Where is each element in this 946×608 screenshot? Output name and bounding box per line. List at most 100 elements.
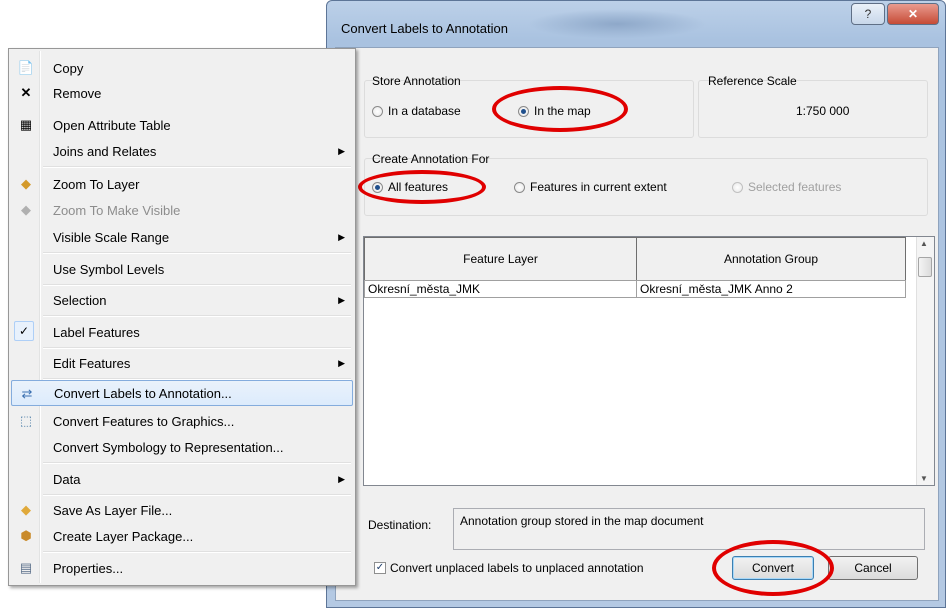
radio-in-database[interactable]: In a database: [372, 104, 461, 118]
submenu-arrow-icon: ▶: [338, 145, 345, 156]
menu-item-label: Zoom To Make Visible: [53, 202, 181, 218]
layer-context-menu: 📄 Copy ✕ Remove ▦ Open Attribute Table J…: [8, 48, 356, 586]
menu-item-label: Properties...: [53, 560, 124, 576]
menu-item-edit-features[interactable]: Edit Features ▶: [11, 350, 353, 376]
convert-labels-dialog: Convert Labels to Annotation ? ✕ Store A…: [326, 0, 946, 608]
scroll-thumb[interactable]: [918, 257, 932, 277]
dialog-titlebar[interactable]: Convert Labels to Annotation ? ✕: [327, 1, 945, 45]
checkbox-check-icon: ✓: [375, 562, 385, 573]
menu-separator: [43, 494, 351, 496]
menu-item-label: Selection: [53, 292, 107, 308]
menu-item-use-symbol-levels[interactable]: Use Symbol Levels: [11, 256, 353, 282]
menu-item-label: Visible Scale Range: [53, 229, 170, 245]
remove-x-icon: ✕: [20, 85, 32, 100]
submenu-arrow-icon: ▶: [338, 231, 345, 242]
menu-item-data[interactable]: Data ▶: [11, 466, 353, 492]
scroll-down-arrow-icon[interactable]: ▼: [920, 474, 928, 483]
unplaced-checkbox-label: Convert unplaced labels to unplaced anno…: [390, 561, 644, 575]
grid-cell-feature-layer[interactable]: Okresní_města_JMK: [364, 280, 637, 298]
scroll-up-arrow-icon[interactable]: ▲: [920, 239, 928, 248]
menu-item-save-as-layer-file[interactable]: ◆ Save As Layer File...: [11, 497, 353, 523]
submenu-arrow-icon: ▶: [338, 473, 345, 484]
zoom-to-layer-icon: ◆: [21, 176, 31, 191]
menu-separator: [43, 166, 351, 168]
menu-item-label: Edit Features: [53, 355, 131, 371]
store-annotation-label: Store Annotation: [372, 74, 461, 88]
dialog-client-area: Store Annotation In a database In the ma…: [335, 47, 939, 601]
radio-dot: [732, 181, 743, 193]
menu-item-visible-scale-range[interactable]: Visible Scale Range ▶: [11, 224, 353, 250]
feature-layer-grid[interactable]: Feature Layer Annotation Group Okresní_m…: [363, 236, 935, 486]
convert-graphics-icon: ⬚: [19, 413, 33, 428]
highlight-ellipse-all-features: [358, 170, 486, 204]
reference-scale-label: Reference Scale: [708, 74, 797, 88]
close-button[interactable]: ✕: [887, 3, 939, 25]
table-icon: ▦: [19, 117, 33, 132]
menu-item-selection[interactable]: Selection ▶: [11, 287, 353, 313]
grid-vertical-scrollbar[interactable]: ▲ ▼: [916, 237, 934, 485]
radio-dot: [372, 105, 383, 117]
radio-selected-features-label: Selected features: [748, 180, 842, 194]
reference-scale-value: 1:750 000: [796, 104, 850, 118]
menu-item-label: Use Symbol Levels: [53, 261, 165, 277]
menu-item-label: Save As Layer File...: [53, 502, 173, 518]
highlight-ellipse-in-map: [492, 86, 628, 132]
destination-field: Annotation group stored in the map docum…: [453, 508, 925, 550]
menu-item-label: Label Features: [53, 324, 140, 340]
menu-item-convert-features-to-graphics[interactable]: ⬚ Convert Features to Graphics...: [11, 408, 353, 434]
menu-separator: [43, 252, 351, 254]
radio-in-database-label: In a database: [388, 104, 461, 118]
radio-selected-features: Selected features: [732, 180, 841, 194]
menu-item-zoom-to-layer[interactable]: ◆ Zoom To Layer: [11, 171, 353, 197]
destination-label: Destination:: [368, 518, 432, 532]
copy-icon: 📄: [17, 60, 35, 75]
check-icon: ✓: [14, 321, 34, 341]
menu-item-create-layer-package[interactable]: ⬢ Create Layer Package...: [11, 523, 353, 549]
submenu-arrow-icon: ▶: [338, 294, 345, 305]
layer-file-icon: ◆: [21, 502, 31, 517]
menu-item-label-features[interactable]: ✓ Label Features: [11, 319, 353, 345]
convert-labels-icon: ⇄: [21, 386, 33, 401]
menu-item-label: Create Layer Package...: [53, 528, 194, 544]
grid-header-feature-layer[interactable]: Feature Layer: [364, 237, 637, 281]
radio-dot: [514, 181, 525, 193]
radio-current-extent[interactable]: Features in current extent: [514, 180, 667, 194]
titlebar-glow: [527, 9, 707, 39]
menu-item-label: Open Attribute Table: [53, 117, 171, 133]
grid-header-annotation-group[interactable]: Annotation Group: [636, 237, 906, 281]
menu-item-copy[interactable]: 📄 Copy: [11, 55, 353, 81]
help-button[interactable]: ?: [851, 3, 885, 25]
menu-separator: [43, 347, 351, 349]
menu-separator: [43, 315, 351, 317]
menu-item-properties[interactable]: ▤ Properties...: [11, 555, 353, 581]
menu-item-convert-symbology[interactable]: Convert Symbology to Representation...: [11, 434, 353, 460]
radio-current-extent-label: Features in current extent: [530, 180, 667, 194]
menu-item-convert-labels-to-annotation[interactable]: ⇄ Convert Labels to Annotation...: [11, 380, 353, 406]
grid-cell-annotation-group[interactable]: Okresní_města_JMK Anno 2: [636, 280, 906, 298]
menu-separator: [43, 551, 351, 553]
layer-package-icon: ⬢: [20, 528, 32, 543]
menu-item-label: Copy: [53, 60, 84, 76]
create-annotation-for-label: Create Annotation For: [372, 152, 490, 166]
menu-item-label: Convert Symbology to Representation...: [53, 439, 284, 455]
dialog-title: Convert Labels to Annotation: [341, 21, 508, 36]
menu-item-label: Convert Labels to Annotation...: [54, 385, 232, 401]
menu-item-label: Convert Features to Graphics...: [53, 413, 235, 429]
menu-item-label: Zoom To Layer: [53, 176, 140, 192]
menu-item-zoom-to-make-visible: ◆ Zoom To Make Visible: [11, 197, 353, 223]
menu-item-joins-relates[interactable]: Joins and Relates ▶: [11, 138, 353, 164]
cancel-button[interactable]: Cancel: [828, 556, 918, 580]
zoom-visible-icon: ◆: [21, 202, 31, 217]
menu-item-label: Data: [53, 471, 81, 487]
close-icon: ✕: [907, 7, 919, 21]
menu-item-label: Joins and Relates: [53, 143, 157, 159]
properties-icon: ▤: [19, 560, 33, 575]
menu-separator: [43, 462, 351, 464]
unplaced-checkbox[interactable]: ✓: [374, 562, 386, 574]
submenu-arrow-icon: ▶: [338, 357, 345, 368]
menu-item-label: Remove: [53, 85, 102, 101]
help-icon: ?: [864, 7, 872, 21]
highlight-ellipse-convert: [712, 540, 834, 596]
menu-item-remove[interactable]: ✕ Remove: [11, 80, 353, 106]
menu-item-open-attribute-table[interactable]: ▦ Open Attribute Table: [11, 112, 353, 138]
